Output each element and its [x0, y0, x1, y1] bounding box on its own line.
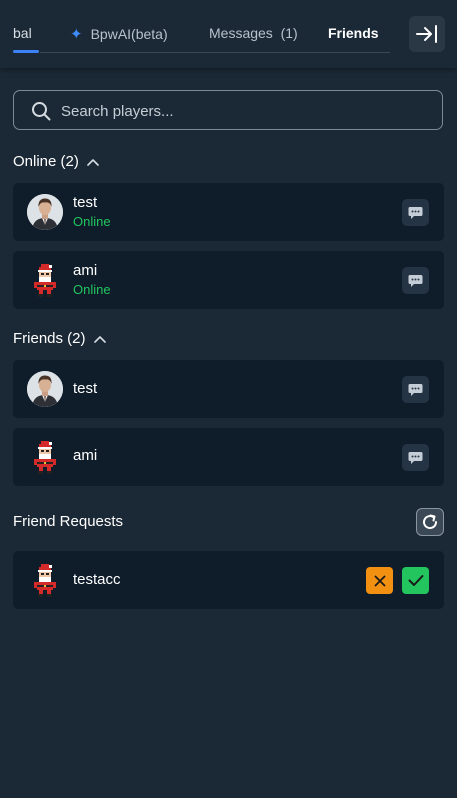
friends-panel: bal ✦ BpwAI(beta) Messages (1) Friends On…: [0, 0, 457, 798]
chat-bubble-icon: [408, 451, 423, 464]
online-section-title: Online (2): [13, 153, 79, 170]
tab-bar: bal ✦ BpwAI(beta) Messages (1) Friends: [0, 0, 457, 68]
chat-button[interactable]: [402, 199, 429, 226]
avatar: [27, 194, 63, 230]
chat-button[interactable]: [402, 376, 429, 403]
tab-friends[interactable]: Friends: [328, 25, 379, 41]
friend-row[interactable]: ami: [13, 428, 444, 486]
friend-row[interactable]: test: [13, 360, 444, 418]
online-section-toggle[interactable]: Online (2): [13, 153, 99, 170]
accept-request-button[interactable]: [402, 567, 429, 594]
chat-bubble-icon: [408, 274, 423, 287]
online-user-row[interactable]: ami Online: [13, 251, 444, 309]
avatar: [27, 371, 63, 407]
santa-sprite-icon: [34, 564, 56, 597]
tab-messages[interactable]: Messages (1): [209, 25, 298, 41]
friend-requests-title: Friend Requests: [13, 513, 124, 530]
collapse-panel-button[interactable]: [409, 16, 445, 52]
friend-request-row: testacc: [13, 551, 444, 609]
checkmark-icon: [408, 575, 423, 586]
friends-section-title: Friends (2): [13, 330, 86, 347]
online-user-row[interactable]: test Online: [13, 183, 444, 241]
arrow-to-right-bar-icon: [416, 25, 437, 43]
search-icon: [32, 102, 51, 121]
user-name: ami: [73, 447, 98, 464]
man-portrait-icon: [27, 371, 63, 407]
chat-bubble-icon: [408, 383, 423, 396]
user-name: test: [73, 380, 98, 397]
close-icon: [374, 575, 385, 586]
chevron-up-icon: [93, 335, 106, 343]
tab-bpwai-label: BpwAI(beta): [90, 26, 168, 42]
search-box: [13, 90, 443, 131]
tab-bpwai[interactable]: ✦ BpwAI(beta): [70, 25, 168, 43]
chat-button[interactable]: [402, 444, 429, 471]
user-name: test: [73, 194, 98, 211]
man-portrait-icon: [27, 194, 63, 230]
active-tab-indicator: [13, 50, 39, 53]
search-input[interactable]: [59, 91, 433, 131]
avatar: [27, 262, 63, 298]
chevron-up-icon: [87, 158, 99, 166]
user-status: Online: [73, 282, 111, 297]
santa-sprite-icon: [34, 264, 56, 297]
santa-sprite-icon: [34, 441, 56, 474]
sparkle-icon: ✦: [70, 26, 83, 43]
avatar: [27, 562, 63, 598]
user-name: ami: [73, 262, 98, 279]
chat-button[interactable]: [402, 267, 429, 294]
refresh-icon: [423, 514, 438, 530]
avatar: [27, 439, 63, 475]
user-status: Online: [73, 214, 111, 229]
requester-name: testacc: [73, 571, 121, 588]
decline-request-button[interactable]: [366, 567, 393, 594]
friends-section-toggle[interactable]: Friends (2): [13, 330, 106, 347]
refresh-requests-button[interactable]: [416, 508, 444, 536]
tab-bar-divider: [40, 52, 390, 53]
chat-bubble-icon: [408, 206, 423, 219]
tab-global[interactable]: bal: [13, 25, 32, 41]
